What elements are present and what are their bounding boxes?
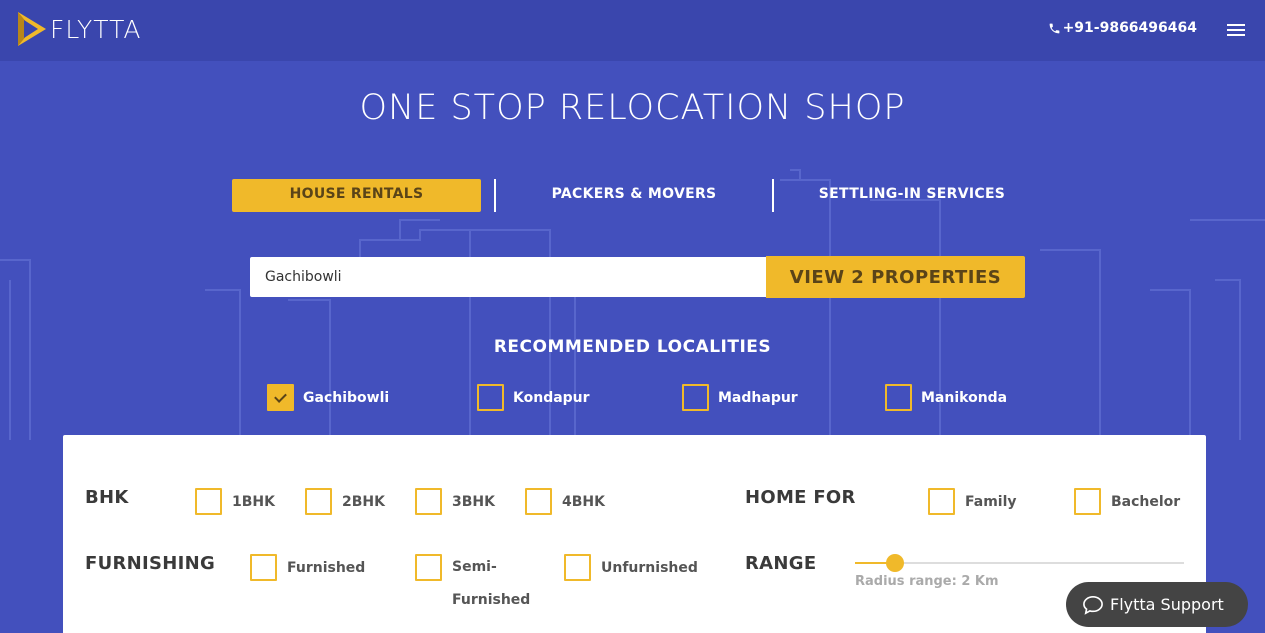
tab-divider (494, 179, 496, 212)
locality-checkbox-kondapur[interactable]: Kondapur (477, 384, 590, 411)
locality-label: Madhapur (718, 389, 798, 406)
home-for-title: HOME FOR (745, 487, 856, 508)
checkbox-icon[interactable] (415, 488, 442, 515)
tab-packers-movers[interactable]: PACKERS & MOVERS (504, 179, 764, 212)
range-slider-handle[interactable] (886, 554, 904, 572)
checkbox-icon[interactable] (928, 488, 955, 515)
flytta-logo-icon (18, 12, 46, 46)
range-title: RANGE (745, 553, 817, 574)
semi-label-line2: Furnished (452, 592, 531, 608)
furnishing-unfurnished[interactable]: Unfurnished (564, 554, 698, 581)
recommended-localities-title: RECOMMENDED LOCALITIES (493, 337, 772, 357)
checkbox-icon[interactable] (415, 554, 442, 581)
support-label: Flytta Support (1110, 595, 1224, 614)
hamburger-icon[interactable] (1227, 24, 1245, 37)
service-tabs: HOUSE RENTALS PACKERS & MOVERS SETTLING-… (232, 179, 1032, 212)
top-navbar: FLYTTA +91-9866496464 (0, 0, 1265, 61)
furnishing-furnished[interactable]: Furnished (250, 554, 365, 581)
checkbox-icon[interactable] (1074, 488, 1101, 515)
checkbox-icon[interactable] (564, 554, 591, 581)
checkbox-icon[interactable] (305, 488, 332, 515)
locality-label: Gachibowli (303, 389, 390, 406)
phone-number: +91-9866496464 (1062, 20, 1197, 36)
furnishing-semi-furnished[interactable]: Semi- Furnished (415, 554, 530, 617)
bhk-option-3bhk[interactable]: 3BHK (415, 488, 495, 515)
filter-panel (63, 435, 1206, 633)
checkbox-icon[interactable] (682, 384, 709, 411)
locality-checkbox-gachibowli[interactable]: Gachibowli (267, 384, 389, 411)
phone-icon (1049, 23, 1059, 33)
support-chat-button[interactable]: Flytta Support (1066, 582, 1248, 627)
locality-search-input[interactable] (250, 257, 767, 297)
locality-checkbox-madhapur[interactable]: Madhapur (682, 384, 798, 411)
view-properties-button[interactable]: VIEW 2 PROPERTIES (766, 256, 1025, 298)
checkbox-checked-icon[interactable] (267, 384, 294, 411)
furnishing-title: FURNISHING (85, 553, 216, 574)
tab-house-rentals[interactable]: HOUSE RENTALS (232, 179, 481, 212)
brand-logo[interactable]: FLYTTA (16, 10, 142, 48)
range-slider-track[interactable] (855, 562, 1184, 564)
brand-name: FLYTTA (50, 14, 142, 44)
phone-link[interactable]: +91-9866496464 (1048, 20, 1197, 36)
bhk-option-2bhk[interactable]: 2BHK (305, 488, 385, 515)
checkbox-icon[interactable] (195, 488, 222, 515)
semi-label-line1: Semi- (452, 559, 497, 575)
bhk-title: BHK (85, 487, 129, 508)
locality-label: Manikonda (921, 389, 1008, 406)
tab-divider (772, 179, 774, 212)
checkbox-icon[interactable] (885, 384, 912, 411)
tab-settling-in[interactable]: SETTLING-IN SERVICES (782, 179, 1042, 212)
locality-label: Kondapur (513, 389, 590, 406)
checkbox-icon[interactable] (525, 488, 552, 515)
bhk-option-4bhk[interactable]: 4BHK (525, 488, 605, 515)
home-for-bachelor[interactable]: Bachelor (1074, 488, 1180, 515)
chat-bubble-icon (1083, 595, 1103, 615)
radius-range-text: Radius range: 2 Km (855, 574, 999, 589)
bhk-option-1bhk[interactable]: 1BHK (195, 488, 275, 515)
locality-checkbox-manikonda[interactable]: Manikonda (885, 384, 1007, 411)
home-for-family[interactable]: Family (928, 488, 1017, 515)
checkbox-icon[interactable] (250, 554, 277, 581)
checkbox-icon[interactable] (477, 384, 504, 411)
hero-title: ONE STOP RELOCATION SHOP (359, 88, 906, 128)
